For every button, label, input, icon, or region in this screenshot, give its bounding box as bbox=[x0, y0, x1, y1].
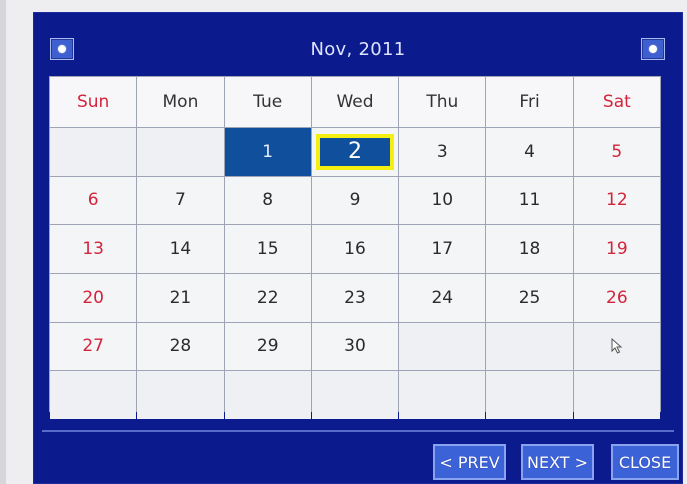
day-cell-empty bbox=[486, 322, 573, 371]
day-cell[interactable]: 15 bbox=[224, 225, 311, 273]
day-cell[interactable]: 4 bbox=[486, 128, 573, 176]
day-cell[interactable]: 24 bbox=[399, 273, 486, 322]
day-cell-empty bbox=[399, 322, 486, 371]
day-cell[interactable]: 19 bbox=[573, 225, 660, 273]
day-cell[interactable]: 8 bbox=[224, 176, 311, 225]
mouse-pointer-icon bbox=[611, 338, 623, 355]
option-dot-icon bbox=[649, 45, 657, 53]
day-cell-empty bbox=[50, 371, 137, 419]
close-button[interactable]: CLOSE bbox=[611, 444, 679, 480]
weekday-header-tue: Tue bbox=[224, 77, 311, 127]
day-cell[interactable]: 6 bbox=[50, 176, 137, 225]
day-cell[interactable]: 12 bbox=[573, 176, 660, 225]
day-cell[interactable]: 9 bbox=[311, 176, 399, 225]
footer-divider bbox=[42, 430, 674, 432]
calendar-grid: Sun Mon Tue Wed Thu Fri Sat 1 2 3 4 5 6 … bbox=[49, 76, 661, 419]
day-cell[interactable]: 3 bbox=[399, 128, 486, 176]
day-cell[interactable]: 7 bbox=[137, 176, 224, 225]
next-button[interactable]: NEXT > bbox=[521, 444, 594, 480]
month-title: Nov, 2011 bbox=[310, 39, 406, 60]
weekday-header-wed: Wed bbox=[311, 77, 399, 127]
day-cell[interactable]: 27 bbox=[50, 322, 137, 371]
calendar-dialog: Nov, 2011 Sun Mon Tue Wed Thu Fri Sat 1 … bbox=[33, 12, 683, 484]
weekday-header-thu: Thu bbox=[399, 77, 486, 127]
day-cell[interactable]: 28 bbox=[137, 322, 224, 371]
screen: Nov, 2011 Sun Mon Tue Wed Thu Fri Sat 1 … bbox=[0, 0, 687, 484]
day-cell[interactable]: 14 bbox=[137, 225, 224, 273]
day-cell-focused[interactable]: 2 bbox=[311, 128, 399, 176]
day-cell[interactable]: 13 bbox=[50, 225, 137, 273]
weekday-header-sat: Sat bbox=[573, 77, 660, 127]
day-cell-empty bbox=[224, 371, 311, 419]
day-cell-empty bbox=[311, 371, 399, 419]
left-edge bbox=[0, 0, 6, 484]
day-cell[interactable]: 10 bbox=[399, 176, 486, 225]
day-cell[interactable]: 22 bbox=[224, 273, 311, 322]
day-cell[interactable]: 20 bbox=[50, 273, 137, 322]
day-cell[interactable]: 30 bbox=[311, 322, 399, 371]
day-cell[interactable]: 18 bbox=[486, 225, 573, 273]
day-cell-empty bbox=[399, 371, 486, 419]
day-cell[interactable]: 11 bbox=[486, 176, 573, 225]
day-cell[interactable]: 23 bbox=[311, 273, 399, 322]
title-bar: Nov, 2011 bbox=[34, 13, 682, 75]
day-cell-empty bbox=[137, 128, 224, 176]
day-cell[interactable]: 25 bbox=[486, 273, 573, 322]
weekday-header-sun: Sun bbox=[50, 77, 137, 127]
prev-button[interactable]: < PREV bbox=[433, 444, 506, 480]
weekday-header-fri: Fri bbox=[486, 77, 573, 127]
day-cell-empty bbox=[137, 371, 224, 419]
day-cell[interactable]: 29 bbox=[224, 322, 311, 371]
day-cell[interactable]: 26 bbox=[573, 273, 660, 322]
day-cell[interactable]: 17 bbox=[399, 225, 486, 273]
day-cell[interactable]: 21 bbox=[137, 273, 224, 322]
day-cell-empty bbox=[486, 371, 573, 419]
day-cell-empty bbox=[573, 322, 660, 371]
day-cell[interactable]: 16 bbox=[311, 225, 399, 273]
day-cell[interactable]: 5 bbox=[573, 128, 660, 176]
day-cell-selected[interactable]: 1 bbox=[224, 128, 311, 176]
weekday-header-mon: Mon bbox=[137, 77, 224, 127]
corner-option-button-right[interactable] bbox=[641, 38, 665, 60]
day-cell-empty bbox=[573, 371, 660, 419]
focus-highlight: 2 bbox=[315, 133, 394, 170]
day-cell-empty bbox=[50, 128, 137, 176]
